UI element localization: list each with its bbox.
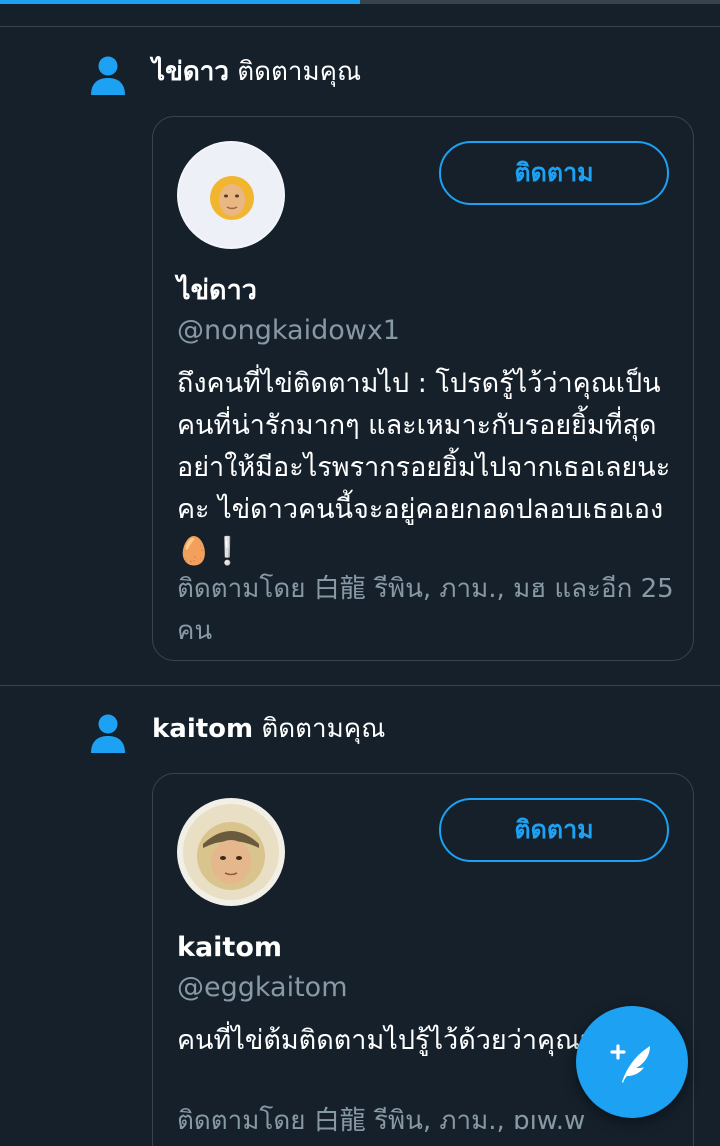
follow-button[interactable]: ติดตาม (439, 141, 669, 205)
display-name[interactable]: ไข่ดาว (177, 273, 257, 309)
user-bio: ถึงคนที่ไข่ติดตามไป : โปรดรู้ไว้ว่าคุณเป… (177, 368, 671, 567)
person-icon (91, 56, 125, 95)
tab-indicator-bar (0, 0, 720, 4)
person-icon (91, 714, 125, 753)
notification-user-name[interactable]: ไข่ดาว (152, 57, 229, 87)
compose-tweet-icon (610, 1044, 650, 1083)
notification-action: ติดตามคุณ (253, 714, 386, 744)
notification-text: ไข่ดาว ติดตามคุณ (152, 55, 361, 89)
tab-indicator-active (0, 0, 360, 4)
avatar[interactable] (177, 798, 285, 906)
user-handle: @eggkaitom (177, 972, 348, 1003)
notifications-screen: ไข่ดาว ติดตามคุณ ติดตาม ไข่ดาว @nongkaid… (0, 0, 720, 1146)
avatar-image (177, 798, 285, 906)
notification-user-name[interactable]: kaitom (152, 714, 253, 744)
user-card[interactable]: ติดตาม ไข่ดาว @nongkaidowx1 ถึงคนที่ไข่ต… (152, 116, 694, 661)
followed-by-text: ติดตามโดย 白龍 รีพิน, ภาม., มฮ และอีก 25 ค… (177, 574, 674, 646)
avatar-image (177, 141, 285, 249)
notification-text: kaitom ติดตามคุณ (152, 712, 385, 746)
notification-action: ติดตามคุณ (228, 57, 362, 87)
compose-tweet-button[interactable] (576, 1006, 688, 1118)
follow-button[interactable]: ติดตาม (439, 798, 669, 862)
user-handle: @nongkaidowx1 (177, 315, 400, 346)
display-name[interactable]: kaitom (177, 930, 282, 966)
follow-notification[interactable]: ไข่ดาว ติดตามคุณ ติดตาม ไข่ดาว @nongkaid… (0, 27, 720, 685)
avatar[interactable] (177, 141, 285, 249)
